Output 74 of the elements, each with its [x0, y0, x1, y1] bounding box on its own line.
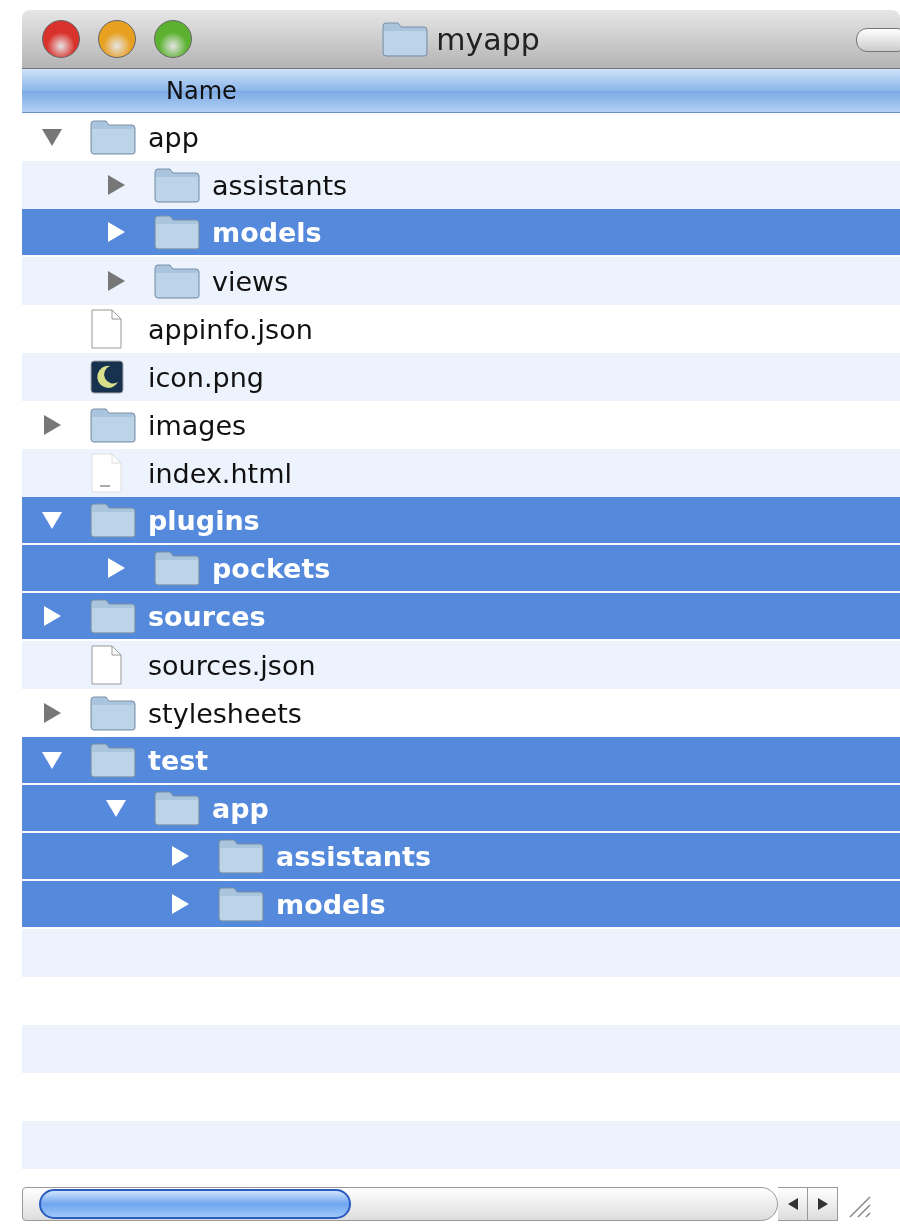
document-icon	[90, 645, 122, 685]
folder-icon	[90, 742, 136, 778]
file-row[interactable]: assistants	[22, 161, 900, 209]
file-row[interactable]: index.html	[22, 449, 900, 497]
file-name: icon.png	[148, 361, 264, 393]
scroll-left-button[interactable]	[778, 1187, 808, 1221]
disclosure-triangle[interactable]	[41, 414, 63, 436]
disclosure-triangle[interactable]	[41, 749, 63, 771]
disclosure-triangle[interactable]	[105, 557, 127, 579]
file-name: sources	[148, 600, 266, 632]
file-name: pockets	[212, 552, 331, 584]
folder-icon	[90, 119, 136, 155]
close-button[interactable]	[42, 20, 80, 58]
file-row[interactable]: icon.png	[22, 353, 900, 401]
file-name: app	[148, 121, 199, 153]
folder-icon	[154, 214, 200, 250]
folder-icon	[90, 502, 136, 538]
column-header[interactable]: Name	[22, 69, 900, 113]
minimize-button[interactable]	[98, 20, 136, 58]
disclosure-triangle[interactable]	[105, 797, 127, 819]
moon-icon	[90, 360, 124, 394]
folder-icon	[154, 263, 200, 299]
file-row[interactable]: sources.json	[22, 641, 900, 689]
folder-icon	[154, 550, 200, 586]
disclosure-triangle[interactable]	[41, 702, 63, 724]
file-name: images	[148, 409, 247, 441]
file-name: assistants	[212, 169, 348, 201]
file-row[interactable]: models	[22, 881, 900, 929]
file-name: stylesheets	[148, 697, 302, 729]
disclosure-triangle[interactable]	[105, 221, 127, 243]
folder-icon	[90, 407, 136, 443]
file-name: views	[212, 265, 289, 297]
disclosure-triangle[interactable]	[41, 126, 63, 148]
file-name: appinfo.json	[148, 313, 313, 345]
column-title: Name	[166, 76, 237, 105]
file-name: assistants	[276, 840, 431, 872]
window-title: myapp	[436, 21, 540, 57]
left-arrow-icon	[786, 1197, 799, 1211]
file-row[interactable]: test	[22, 737, 900, 785]
folder-icon	[218, 886, 264, 922]
right-arrow-icon	[816, 1197, 829, 1211]
file-row[interactable]: assistants	[22, 833, 900, 881]
file-row[interactable]: pockets	[22, 545, 900, 593]
disclosure-triangle[interactable]	[169, 893, 191, 915]
file-name: models	[212, 216, 322, 248]
file-name: models	[276, 888, 386, 920]
file-name: test	[148, 744, 209, 776]
document-icon	[90, 453, 122, 493]
folder-icon	[218, 838, 264, 874]
horizontal-scrollbar[interactable]	[22, 1187, 778, 1221]
folder-icon	[90, 598, 136, 634]
file-row[interactable]: sources	[22, 593, 900, 641]
file-row[interactable]: models	[22, 209, 900, 257]
file-row[interactable]: plugins	[22, 497, 900, 545]
disclosure-triangle[interactable]	[105, 174, 127, 196]
folder-icon	[382, 21, 429, 57]
file-name: index.html	[148, 457, 292, 489]
folder-icon	[90, 695, 136, 731]
document-icon	[90, 309, 122, 349]
file-row[interactable]: app	[22, 785, 900, 833]
disclosure-triangle[interactable]	[41, 509, 63, 531]
file-name: sources.json	[148, 649, 316, 681]
zoom-button[interactable]	[154, 20, 192, 58]
toolbar-toggle-button[interactable]	[856, 28, 900, 52]
scroll-thumb[interactable]	[39, 1189, 351, 1219]
scroll-right-button[interactable]	[808, 1187, 838, 1221]
disclosure-triangle[interactable]	[105, 270, 127, 292]
file-row[interactable]: views	[22, 257, 900, 305]
file-name: plugins	[148, 504, 260, 536]
disclosure-triangle[interactable]	[169, 845, 191, 867]
file-name: app	[212, 792, 269, 824]
disclosure-triangle[interactable]	[41, 605, 63, 627]
folder-icon	[154, 167, 200, 203]
folder-icon	[154, 790, 200, 826]
